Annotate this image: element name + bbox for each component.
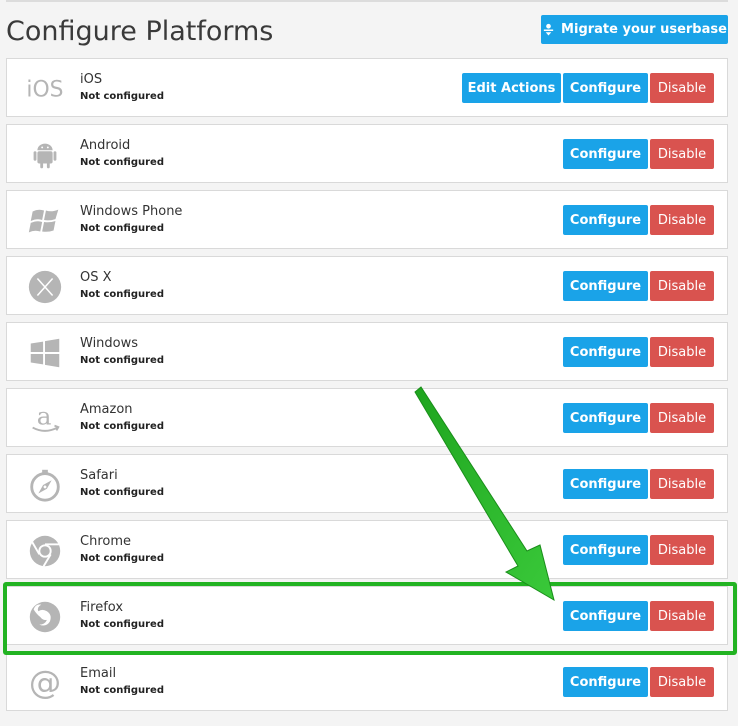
platform-name: OS X [80,270,112,285]
platform-actions: Configure Disable [563,667,714,697]
platform-row-ios: iOS iOS Not configured Edit Actions Confi… [6,58,728,117]
platform-row-chrome: Chrome Not configured Configure Disable [6,520,728,579]
disable-button-email[interactable]: Disable [650,667,714,697]
platform-name: Windows Phone [80,204,183,219]
svg-text:a: a [37,402,52,431]
platform-row-firefox: Firefox Not configured Configure Disable [6,586,728,645]
platform-name: Windows [80,336,139,351]
platform-actions: Configure Disable [563,337,714,367]
platform-status: Not configured [80,553,164,564]
configure-button-amazon[interactable]: Configure [563,403,648,433]
safari-icon [25,465,65,505]
platform-actions: Configure Disable [563,205,714,235]
osx-icon [25,267,65,307]
platform-name: Android [80,138,131,153]
configure-button-windows[interactable]: Configure [563,337,648,367]
disable-button-windows-phone[interactable]: Disable [650,205,714,235]
platform-status: Not configured [80,487,164,498]
platform-status: Not configured [80,91,164,102]
migrate-userbase-label: Migrate your userbase [561,22,727,37]
platform-name: Chrome [80,534,131,549]
platform-name: Amazon [80,402,133,417]
platform-actions: Configure Disable [563,139,714,169]
configure-button-android[interactable]: Configure [563,139,648,169]
platform-status: Not configured [80,685,164,696]
disable-button-safari[interactable]: Disable [650,469,714,499]
configure-button-chrome[interactable]: Configure [563,535,648,565]
platform-status: Not configured [80,157,164,168]
configure-button-safari[interactable]: Configure [563,469,648,499]
chrome-icon [25,531,65,571]
platform-actions: Configure Disable [563,403,714,433]
ios-logo-text: iOS [26,78,63,103]
top-divider [6,0,728,2]
windows-icon [25,333,65,373]
windows-phone-icon [25,201,65,241]
configure-button-email[interactable]: Configure [563,667,648,697]
disable-button-firefox[interactable]: Disable [650,601,714,631]
platform-actions: Configure Disable [563,601,714,631]
platform-actions: Configure Disable [563,271,714,301]
disable-button-chrome[interactable]: Disable [650,535,714,565]
android-icon [25,135,65,175]
platform-status: Not configured [80,421,164,432]
disable-button-ios[interactable]: Disable [650,73,714,103]
firefox-icon [25,597,65,637]
platform-actions: Configure Disable [563,535,714,565]
platform-name: iOS [80,72,103,87]
migrate-icon [543,23,554,36]
svg-text:@: @ [29,664,61,701]
platform-status: Not configured [80,223,164,234]
platform-name: Email [80,666,117,681]
configure-platforms-page: Configure Platforms Migrate your userbas… [0,0,738,726]
platform-name: Firefox [80,600,124,615]
configure-button-os-x[interactable]: Configure [563,271,648,301]
platform-row-windows-phone: Windows Phone Not configured Configure Di… [6,190,728,249]
email-icon: @ [25,663,65,703]
configure-button-windows-phone[interactable]: Configure [563,205,648,235]
configure-button-ios[interactable]: Configure [563,73,648,103]
page-title: Configure Platforms [6,16,274,47]
amazon-icon: a [25,399,65,439]
platform-row-android: Android Not configured Configure Disable [6,124,728,183]
platform-name: Safari [80,468,118,483]
platform-row-os-x: OS X Not configured Configure Disable [6,256,728,315]
disable-button-windows[interactable]: Disable [650,337,714,367]
platform-status: Not configured [80,619,164,630]
platform-row-email: @ Email Not configured Configure Disable [6,652,728,711]
platform-actions: Configure Disable [563,469,714,499]
platform-status: Not configured [80,355,164,366]
configure-button-firefox[interactable]: Configure [563,601,648,631]
disable-button-amazon[interactable]: Disable [650,403,714,433]
ios-icon: iOS [25,69,65,109]
platform-list: iOS iOS Not configured Edit Actions Confi… [6,58,728,718]
platform-status: Not configured [80,289,164,300]
platform-row-amazon: a Amazon Not configured Configure Disable [6,388,728,447]
platform-row-safari: Safari Not configured Configure Disable [6,454,728,513]
platform-actions: Edit Actions Configure Disable [462,73,714,103]
disable-button-os-x[interactable]: Disable [650,271,714,301]
disable-button-android[interactable]: Disable [650,139,714,169]
platform-row-windows: Windows Not configured Configure Disable [6,322,728,381]
migrate-userbase-button[interactable]: Migrate your userbase [541,15,728,44]
edit-actions-button[interactable]: Edit Actions [462,73,561,103]
